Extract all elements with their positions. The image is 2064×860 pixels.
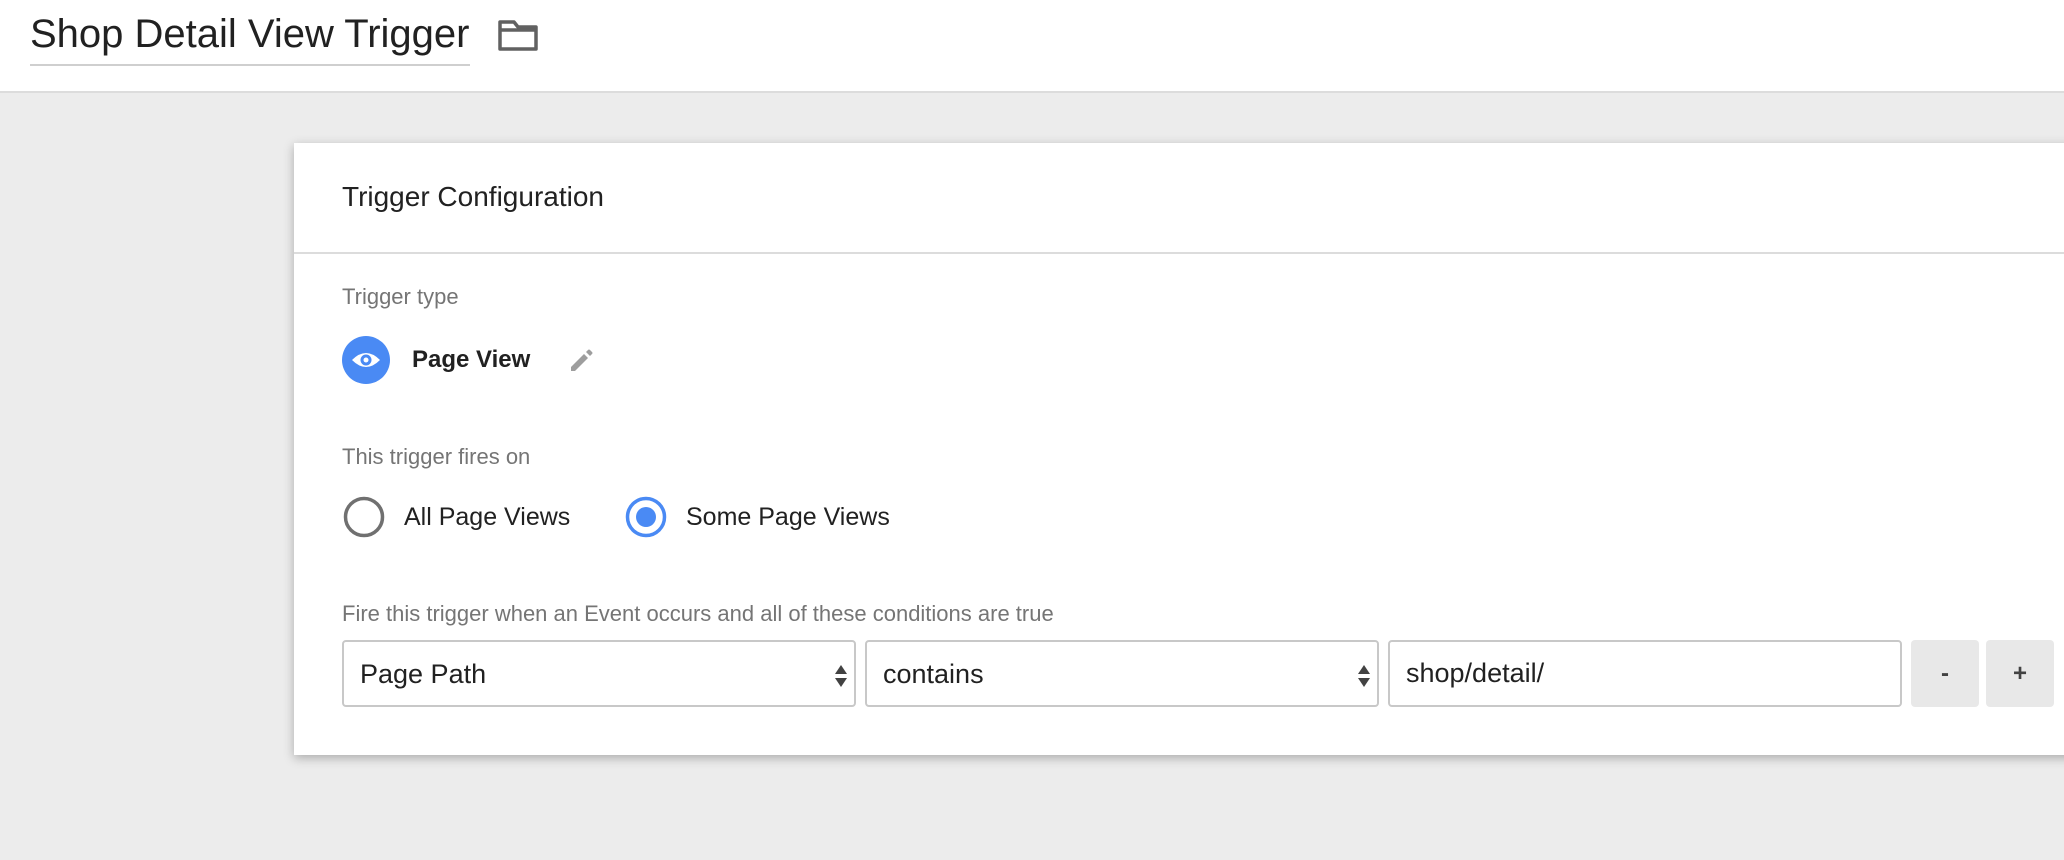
select-arrows-icon	[1358, 665, 1370, 687]
pencil-icon[interactable]	[566, 346, 596, 376]
card-header: Trigger Configuration	[294, 143, 2064, 254]
trigger-type-name: Page View	[412, 346, 531, 373]
radio-label: All Page Views	[404, 503, 571, 531]
trigger-type-label: Trigger type	[342, 284, 459, 309]
folder-icon[interactable]	[496, 14, 540, 54]
top-bar: Shop Detail View Trigger	[0, 0, 2064, 93]
select-value: Page Path	[360, 659, 487, 689]
condition-variable-select[interactable]: Page Path	[342, 640, 856, 707]
radio-label: Some Page Views	[686, 503, 890, 531]
select-value: contains	[883, 659, 984, 689]
trigger-name-title[interactable]: Shop Detail View Trigger	[30, 8, 470, 66]
fires-on-label: This trigger fires on	[342, 444, 531, 469]
radio-selected-icon[interactable]	[624, 495, 668, 539]
select-arrows-icon	[835, 665, 847, 687]
trigger-configuration-card: Trigger Configuration Trigger type Page …	[294, 143, 2064, 755]
radio-some-page-views[interactable]: Some Page Views	[624, 495, 904, 539]
conditions-label: Fire this trigger when an Event occurs a…	[342, 601, 1054, 626]
card-title: Trigger Configuration	[342, 181, 604, 212]
condition-operator-select[interactable]: contains	[865, 640, 1379, 707]
radio-unselected-icon[interactable]	[342, 495, 386, 539]
add-condition-button[interactable]: +	[1986, 640, 2054, 707]
radio-all-page-views[interactable]: All Page Views	[342, 495, 582, 539]
eye-icon	[342, 336, 390, 384]
remove-condition-button[interactable]: -	[1911, 640, 1979, 707]
condition-value-input[interactable]	[1388, 640, 1902, 707]
